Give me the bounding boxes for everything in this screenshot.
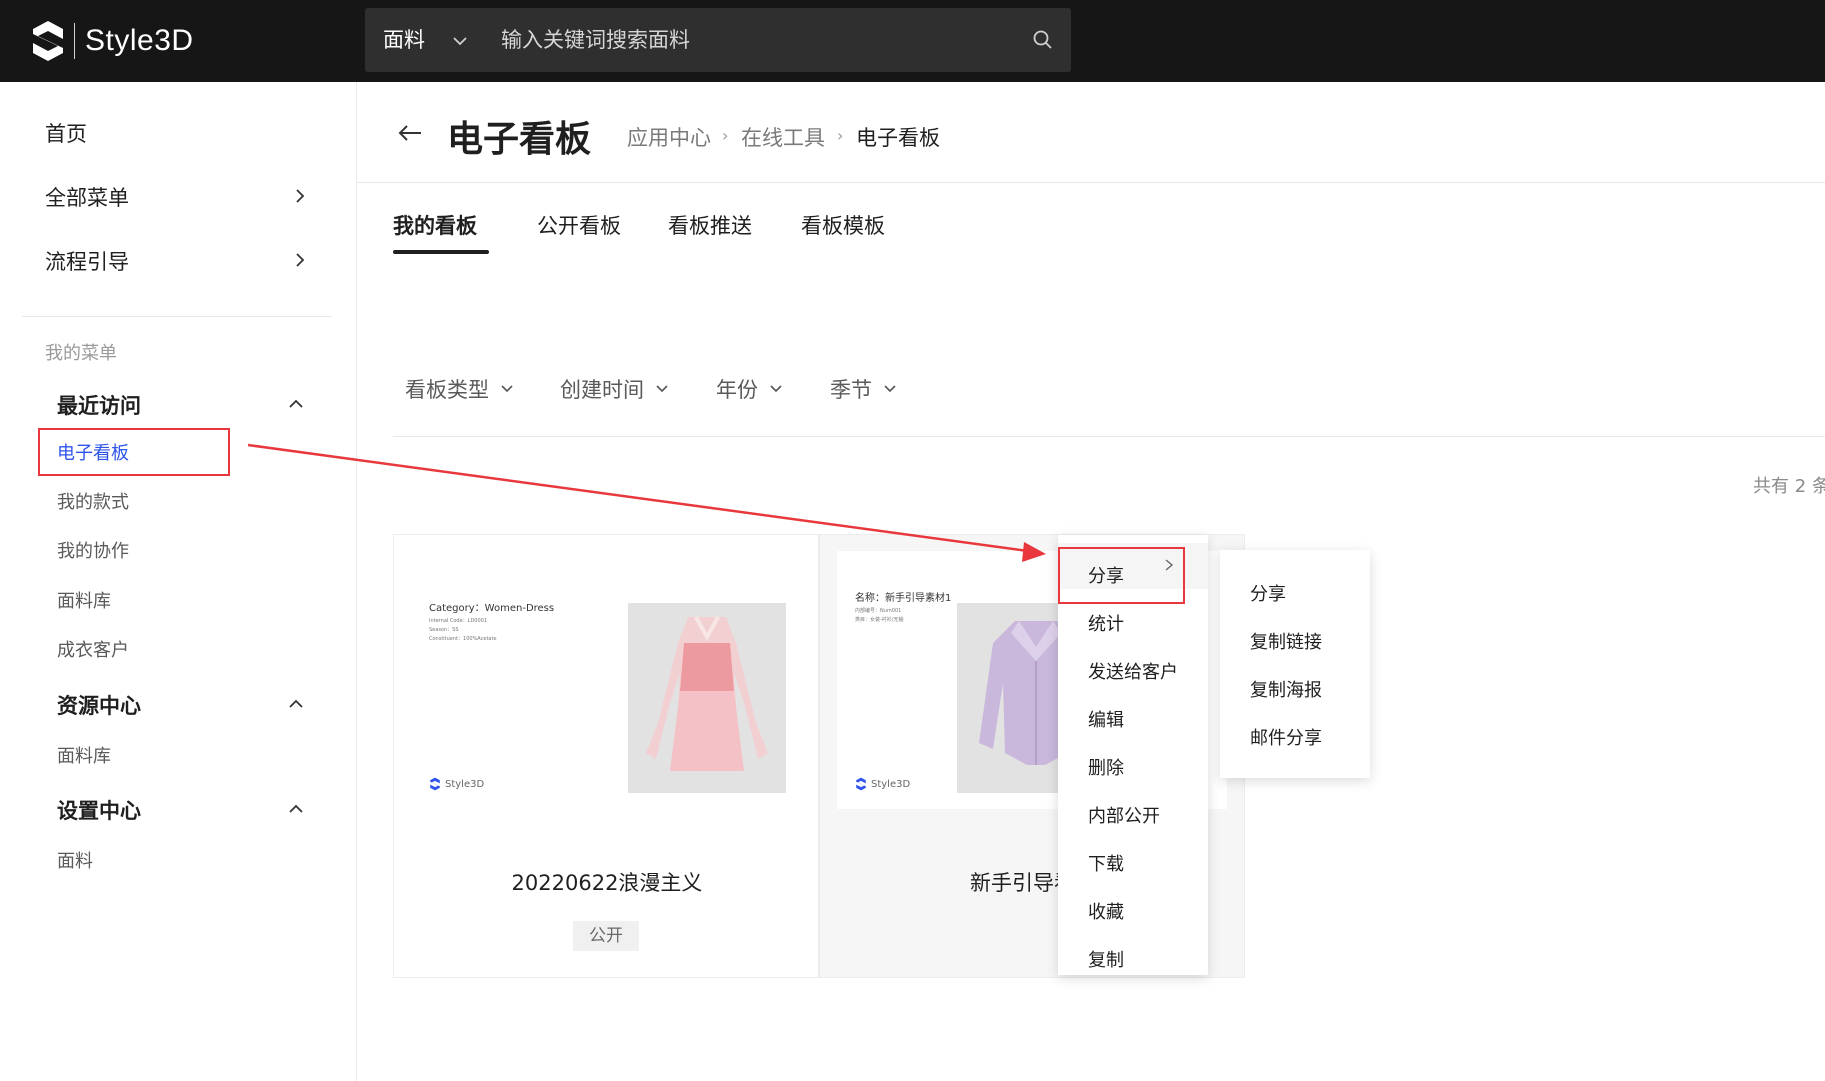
chevron-up-icon[interactable] (286, 799, 306, 819)
global-search: 面料 (365, 8, 1071, 72)
submenu-item-share[interactable]: 分享 (1250, 580, 1286, 606)
thumb-title: Category：Women-Dress (429, 603, 555, 614)
breadcrumb-app-center[interactable]: 应用中心 (627, 122, 711, 152)
back-arrow-icon[interactable] (397, 122, 423, 144)
breadcrumb-current: 电子看板 (856, 126, 940, 150)
style3d-logo-icon (856, 777, 866, 791)
chevron-up-icon[interactable] (286, 694, 306, 714)
thumb-line: Season：SS (429, 627, 459, 633)
total-count: 共有 2 条 (1753, 476, 1825, 497)
chevron-right-icon[interactable] (290, 250, 310, 270)
search-icon[interactable] (1031, 28, 1055, 52)
menu-item-download[interactable]: 下载 (1088, 850, 1124, 876)
brand-name: Style3D (85, 24, 194, 57)
thumb-brand: Style3D (855, 777, 910, 791)
tab-board-push[interactable]: 看板推送 (668, 210, 752, 240)
submenu-item-email-share[interactable]: 邮件分享 (1250, 724, 1322, 750)
chevron-down-icon (656, 385, 668, 393)
group-title-resources[interactable]: 资源中心 (57, 690, 141, 720)
tab-my-boards[interactable]: 我的看板 (393, 210, 477, 240)
filter-label: 看板类型 (405, 378, 489, 402)
thumb-line: 内部编号：Num001 (855, 608, 902, 614)
filter-label: 创建时间 (560, 378, 644, 402)
chevron-down-icon (501, 385, 513, 393)
logo-divider (74, 23, 75, 59)
breadcrumb-online-tools[interactable]: 在线工具 (741, 122, 825, 152)
chevron-down-icon (770, 385, 782, 393)
sidebar-item-fabric-lib[interactable]: 面料库 (57, 587, 111, 613)
sidebar-item-fabric-lib[interactable]: 面料库 (57, 742, 111, 768)
thumb-brand-text: Style3D (871, 778, 911, 790)
brand-logo[interactable]: Style3D (30, 18, 194, 64)
page-title: 电子看板 (447, 119, 592, 160)
status-badge: 公开 (573, 921, 639, 951)
board-name[interactable]: 20220622浪漫主义 (394, 867, 820, 897)
tab-board-templates[interactable]: 看板模板 (801, 210, 885, 240)
board-thumbnail: Category：Women-Dress Internal Code：LD000… (411, 551, 801, 809)
menu-item-favorite[interactable]: 收藏 (1088, 898, 1124, 924)
filter-board-type[interactable]: 看板类型 (405, 374, 515, 404)
search-input[interactable] (501, 20, 1001, 60)
breadcrumb-separator: › (722, 126, 729, 145)
menu-item-edit[interactable]: 编辑 (1088, 706, 1124, 732)
chevron-down-icon[interactable] (449, 30, 471, 52)
thumb-brand: Style3D (429, 777, 484, 791)
sidebar-item-flow-guide[interactable]: 流程引导 (45, 246, 129, 276)
chevron-down-icon (884, 385, 896, 393)
menu-item-internal-public[interactable]: 内部公开 (1088, 802, 1160, 828)
filter-created-time[interactable]: 创建时间 (560, 374, 670, 404)
header-divider (357, 182, 1825, 183)
dress-illustration (646, 616, 768, 771)
app-root: Style3D 面料 首页 全部菜单 流程引导 我的菜单 最近访问 (0, 0, 1825, 1081)
share-submenu: 分享 复制链接 复制海报 邮件分享 (1220, 550, 1370, 778)
thumb-line: Constituent：100%Acetate (429, 636, 497, 642)
annotation-highlight-box (1058, 547, 1185, 604)
annotation-highlight-box (38, 428, 230, 476)
group-title-recent[interactable]: 最近访问 (57, 390, 141, 420)
dress-image (628, 603, 786, 793)
group-title-settings[interactable]: 设置中心 (57, 795, 141, 825)
submenu-item-copy-poster[interactable]: 复制海报 (1250, 676, 1322, 702)
sidebar-item-garment-clients[interactable]: 成衣客户 (57, 636, 129, 662)
thumb-line: Internal Code：LD0001 (429, 618, 488, 624)
submenu-item-copy-link[interactable]: 复制链接 (1250, 628, 1322, 654)
search-category-select[interactable]: 面料 (383, 8, 425, 72)
sidebar-item-my-collab[interactable]: 我的协作 (57, 537, 129, 563)
menu-item-copy[interactable]: 复制 (1088, 946, 1124, 972)
chevron-right-icon[interactable] (290, 186, 310, 206)
sidebar-item-all-menu[interactable]: 全部菜单 (45, 182, 129, 212)
breadcrumb-separator: › (837, 126, 844, 145)
menu-item-send-to-client[interactable]: 发送给客户 (1088, 658, 1178, 684)
filter-label: 年份 (716, 378, 758, 402)
style3d-logo-icon (430, 777, 440, 791)
top-header: Style3D 面料 (0, 0, 1825, 82)
my-menu-caption: 我的菜单 (45, 343, 117, 364)
filter-divider (393, 436, 1825, 437)
style3d-logo-icon (33, 21, 63, 61)
sidebar-divider (22, 316, 332, 317)
thumb-title: 名称：新手引导素材1 (855, 593, 952, 604)
board-card[interactable]: Category：Women-Dress Internal Code：LD000… (393, 534, 819, 978)
tab-active-indicator (393, 250, 489, 254)
sidebar-item-my-styles[interactable]: 我的款式 (57, 488, 129, 514)
menu-item-delete[interactable]: 删除 (1088, 754, 1124, 780)
tab-public-boards[interactable]: 公开看板 (537, 210, 621, 240)
chevron-up-icon[interactable] (286, 394, 306, 414)
thumb-brand-text: Style3D (445, 778, 485, 790)
filter-season[interactable]: 季节 (830, 374, 898, 404)
sidebar: 首页 全部菜单 流程引导 我的菜单 最近访问 电子看板 我的款式 我的协作 面料… (0, 82, 357, 1081)
filter-year[interactable]: 年份 (716, 374, 784, 404)
sidebar-item-fabric[interactable]: 面料 (57, 847, 93, 873)
sidebar-item-home[interactable]: 首页 (45, 118, 87, 148)
menu-item-stats[interactable]: 统计 (1088, 610, 1124, 636)
thumb-line: 类目：女装-衬衫/无袖 (855, 617, 904, 623)
filter-label: 季节 (830, 378, 872, 402)
